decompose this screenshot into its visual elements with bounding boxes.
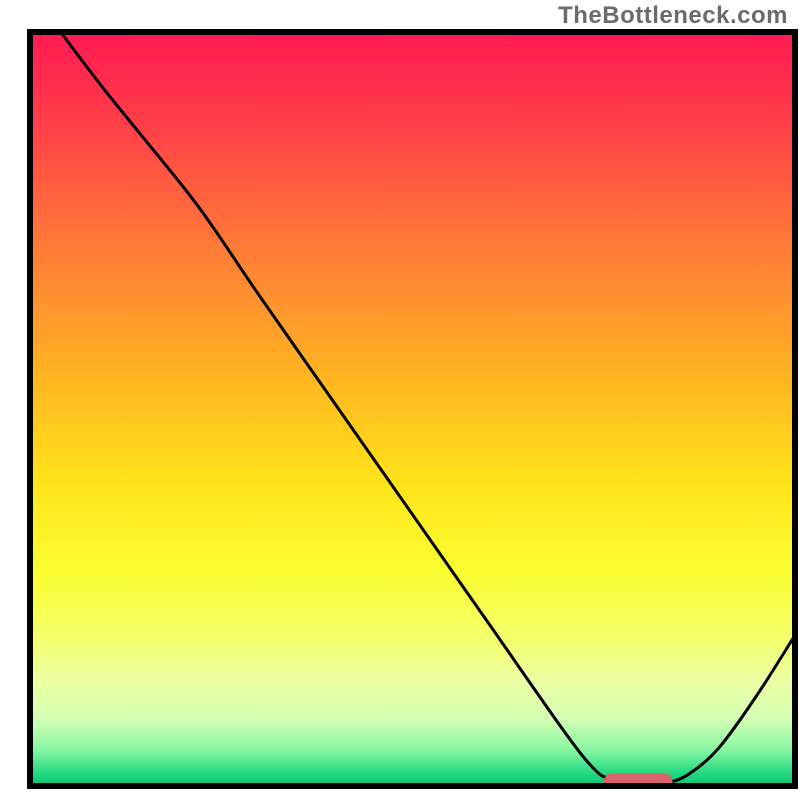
- gradient-background: [30, 32, 795, 786]
- watermark-text: TheBottleneck.com: [558, 2, 788, 30]
- chart-container: TheBottleneck.com: [0, 0, 800, 800]
- bottleneck-chart: [0, 0, 800, 800]
